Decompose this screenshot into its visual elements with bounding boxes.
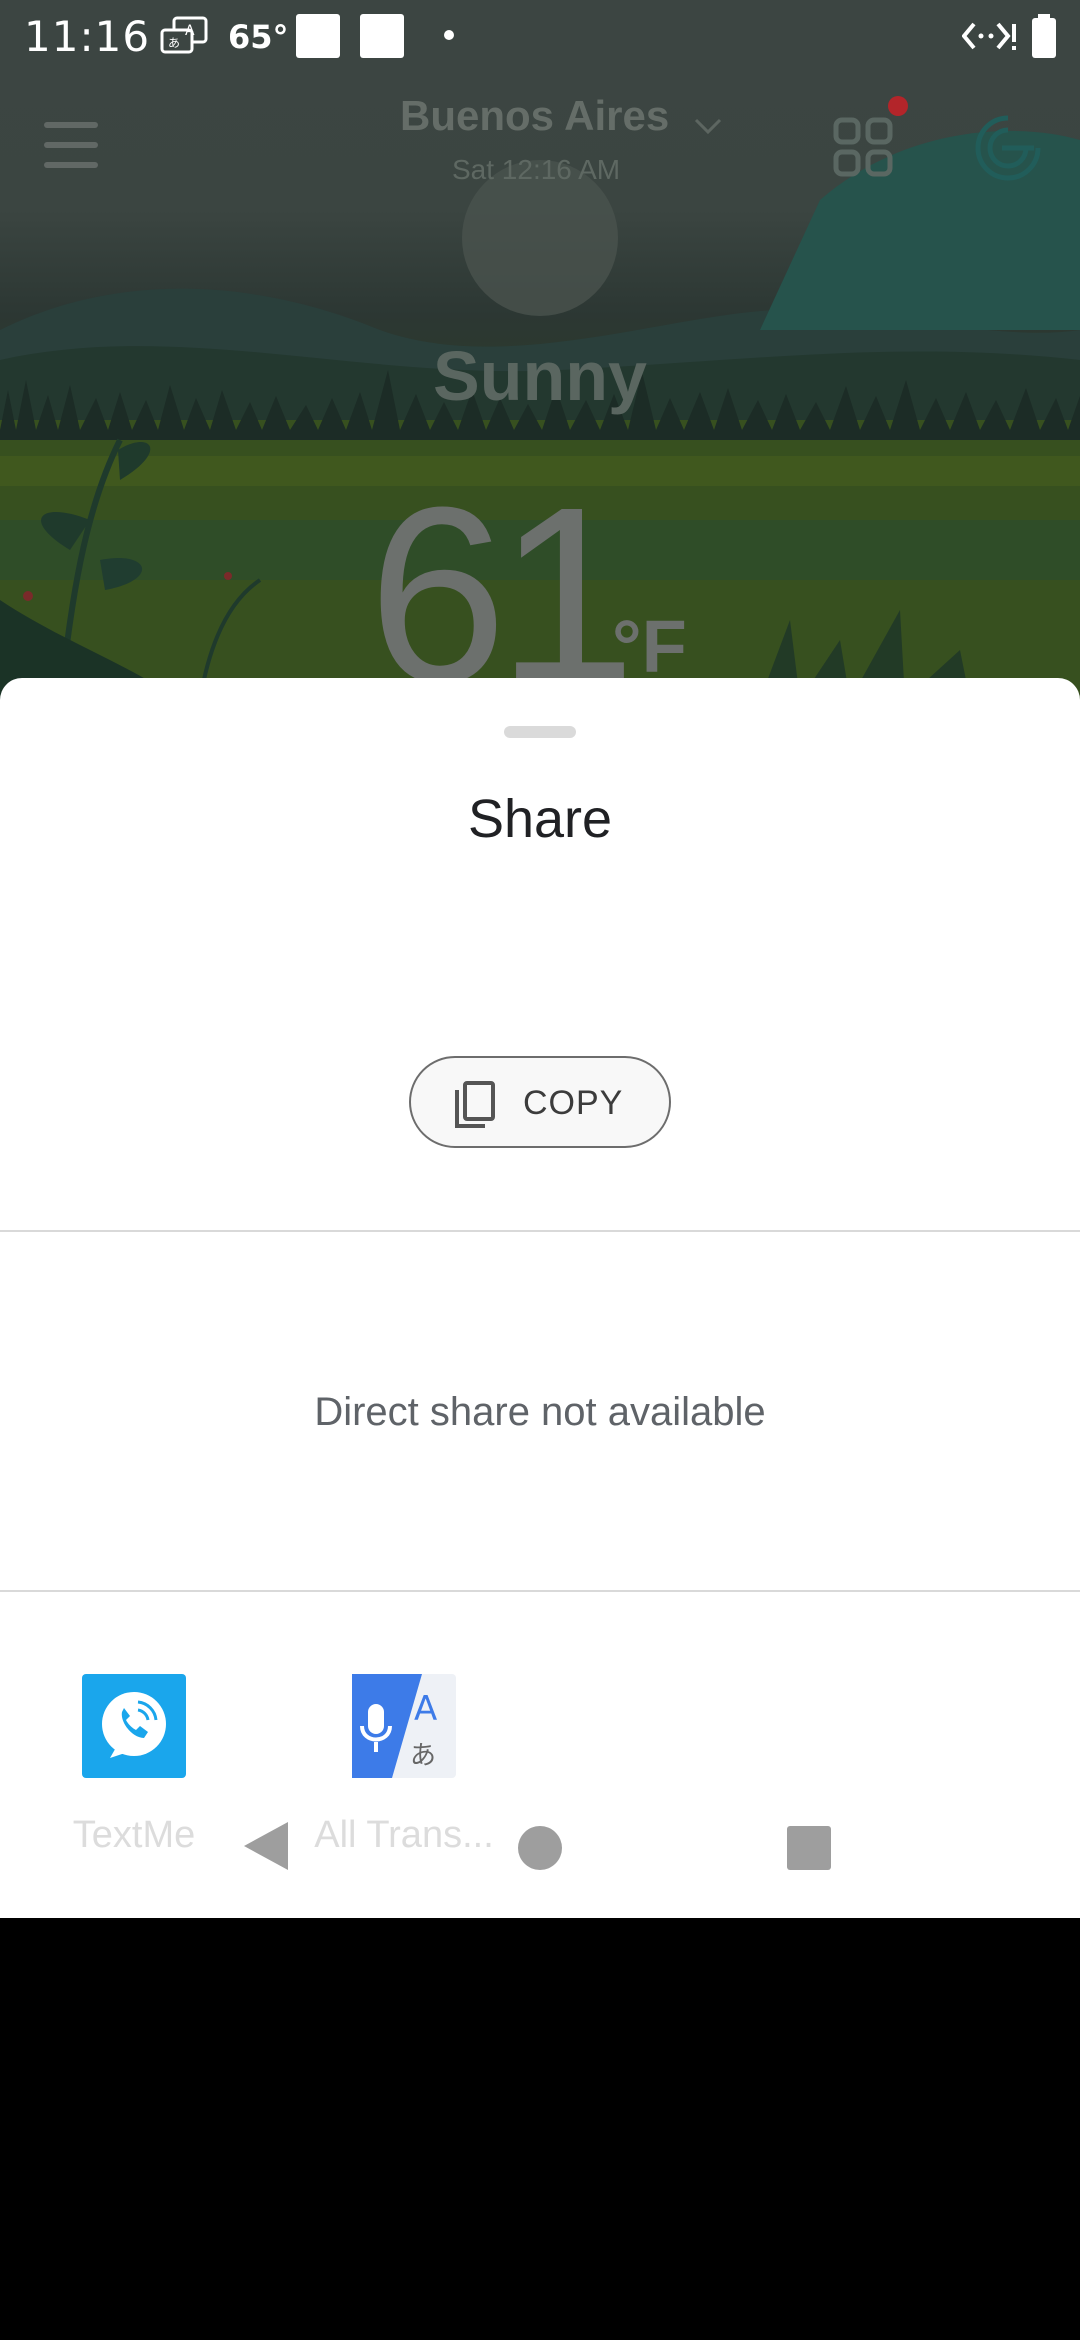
svg-text:あ: あ <box>168 36 180 50</box>
share-target-textme[interactable]: TextMe <box>34 1674 234 1874</box>
divider <box>0 1590 1080 1592</box>
temperature-unit: °F <box>612 605 687 688</box>
share-sheet: Share COPY Direct share not available Te… <box>0 678 1080 1918</box>
current-temperature: 61 <box>368 455 636 701</box>
divider <box>0 1230 1080 1232</box>
direct-share-message: Direct share not available <box>314 1390 766 1434</box>
svg-text:A: A <box>414 1689 437 1729</box>
copy-label: COPY <box>523 1084 624 1122</box>
svg-text:A: A <box>185 23 195 39</box>
app-label: TextMe <box>72 1814 196 1856</box>
drag-handle[interactable] <box>504 726 576 738</box>
weather-app-background: 11:16 A あ 65° Buenos Aires Sat 12:16 AM <box>0 0 1080 700</box>
copy-button[interactable]: COPY <box>409 1056 671 1148</box>
status-time: 11:16 <box>24 12 151 61</box>
app-label: All Trans... <box>314 1814 494 1856</box>
more-notifications-dot <box>444 30 454 40</box>
back-icon[interactable] <box>242 1820 290 1872</box>
city-name[interactable]: Buenos Aires <box>400 92 669 140</box>
textme-app-icon <box>82 1674 186 1778</box>
grid-apps-icon[interactable] <box>832 112 902 182</box>
chevron-down-icon[interactable] <box>692 114 724 138</box>
notification-dot <box>888 96 908 116</box>
recents-icon[interactable] <box>787 1826 831 1870</box>
blank-notification-icon <box>296 14 340 58</box>
translate-notification-icon: A あ <box>160 16 208 54</box>
all-translator-app-icon: A あ <box>352 1674 456 1778</box>
status-bar: 11:16 A あ 65° <box>0 0 1080 72</box>
copy-icon <box>455 1081 495 1128</box>
svg-text:あ: あ <box>410 1741 436 1771</box>
city-local-time: Sat 12:16 AM <box>452 154 621 185</box>
hamburger-menu-icon[interactable] <box>42 120 102 170</box>
home-icon[interactable] <box>518 1826 562 1870</box>
blank-notification-icon <box>360 14 404 58</box>
share-target-all-translator[interactable]: A あ All Trans... <box>304 1674 504 1874</box>
battery-icon <box>1032 14 1056 58</box>
status-temperature: 65° <box>228 18 289 56</box>
brand-logo-icon[interactable] <box>972 112 1044 184</box>
data-transfer-icon <box>962 22 1016 50</box>
weather-condition: Sunny <box>433 337 647 415</box>
share-sheet-title: Share <box>467 789 613 849</box>
